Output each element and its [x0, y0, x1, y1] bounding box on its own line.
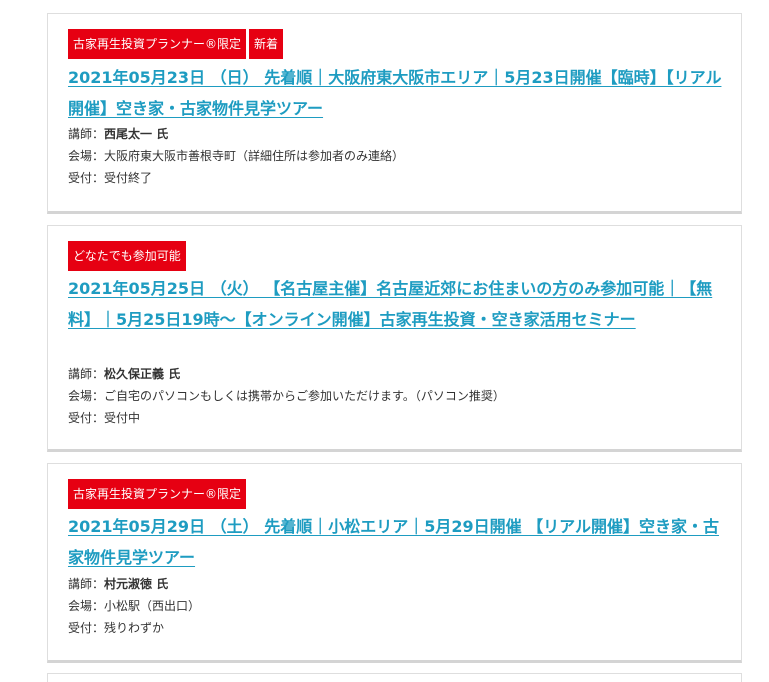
event-tags: 古家再生投資プランナー®限定 [68, 479, 247, 509]
event-card: 古家再生投資プランナー®限定 2021年05月29日 （土） 先着順｜小松エリア… [47, 463, 742, 663]
lecturer-name: 西尾太一 氏 [104, 127, 169, 141]
status-value: 受付終了 [104, 171, 153, 185]
event-title-link[interactable]: 2021年05月25日 （火） 【名古屋主催】名古屋近郊にお住まいの方のみ参加可… [68, 273, 723, 335]
status-value: 受付中 [104, 411, 141, 425]
tag-new: 新着 [249, 29, 284, 59]
venue-value: 小松駅（西出口） [104, 599, 201, 613]
event-card: 古家再生投資プランナー®限定 新着 2021年05月23日 （日） 先着順｜大阪… [47, 13, 742, 214]
status-label: 受付： [68, 171, 105, 185]
event-title-link[interactable]: 2021年05月29日 （土） 先着順｜小松エリア｜5月29日開催 【リアル開催… [68, 511, 723, 573]
lecturer-name: 松久保正義 氏 [104, 367, 181, 381]
venue-label: 会場： [68, 599, 105, 613]
venue-value: 大阪府東大阪市善根寺町（詳細住所は参加者のみ連絡） [104, 149, 405, 163]
status-row: 受付：受付中 [68, 407, 505, 429]
lecturer-row: 講師：村元淑徳 氏 [68, 573, 200, 595]
lecturer-label: 講師： [68, 577, 105, 591]
event-title-text[interactable]: 2021年05月23日 （日） 先着順｜大阪府東大阪市エリア｜5月23日開催【臨… [68, 68, 721, 118]
lecturer-label: 講師： [68, 127, 105, 141]
event-title-link[interactable]: 2021年05月23日 （日） 先着順｜大阪府東大阪市エリア｜5月23日開催【臨… [68, 62, 723, 124]
event-tags: 古家再生投資プランナー®限定 新着 [68, 29, 284, 59]
venue-row: 会場：小松駅（西出口） [68, 595, 200, 617]
venue-row: 会場：大阪府東大阪市善根寺町（詳細住所は参加者のみ連絡） [68, 145, 404, 167]
venue-label: 会場： [68, 389, 105, 403]
event-card: どなたでも参加可能 2021年05月25日 （火） 【名古屋主催】名古屋近郊にお… [47, 225, 742, 452]
status-value: 残りわずか [104, 621, 165, 635]
lecturer-row: 講師：松久保正義 氏 [68, 363, 505, 385]
tag-open-to-all: どなたでも参加可能 [68, 241, 186, 271]
status-row: 受付：受付終了 [68, 167, 404, 189]
event-card-partial [47, 673, 742, 682]
venue-value: ご自宅のパソコンもしくは携帯からご参加いただけます。（パソコン推奨） [104, 389, 505, 403]
lecturer-row: 講師：西尾太一 氏 [68, 123, 404, 145]
event-tags: どなたでも参加可能 [68, 241, 186, 271]
lecturer-name: 村元淑徳 氏 [104, 577, 169, 591]
status-label: 受付： [68, 411, 105, 425]
tag-planner-only: 古家再生投資プランナー®限定 [68, 29, 247, 59]
status-row: 受付：残りわずか [68, 617, 200, 639]
lecturer-label: 講師： [68, 367, 105, 381]
event-meta: 講師：村元淑徳 氏 会場：小松駅（西出口） 受付：残りわずか [68, 573, 200, 639]
event-meta: 講師：西尾太一 氏 会場：大阪府東大阪市善根寺町（詳細住所は参加者のみ連絡） 受… [68, 123, 404, 189]
event-title-text[interactable]: 2021年05月29日 （土） 先着順｜小松エリア｜5月29日開催 【リアル開催… [68, 517, 719, 567]
event-meta: 講師：松久保正義 氏 会場：ご自宅のパソコンもしくは携帯からご参加いただけます。… [68, 363, 505, 429]
venue-label: 会場： [68, 149, 105, 163]
status-label: 受付： [68, 621, 105, 635]
venue-row: 会場：ご自宅のパソコンもしくは携帯からご参加いただけます。（パソコン推奨） [68, 385, 505, 407]
event-list: 古家再生投資プランナー®限定 新着 2021年05月23日 （日） 先着順｜大阪… [0, 0, 769, 682]
event-title-text[interactable]: 2021年05月25日 （火） 【名古屋主催】名古屋近郊にお住まいの方のみ参加可… [68, 279, 712, 329]
tag-planner-only: 古家再生投資プランナー®限定 [68, 479, 247, 509]
